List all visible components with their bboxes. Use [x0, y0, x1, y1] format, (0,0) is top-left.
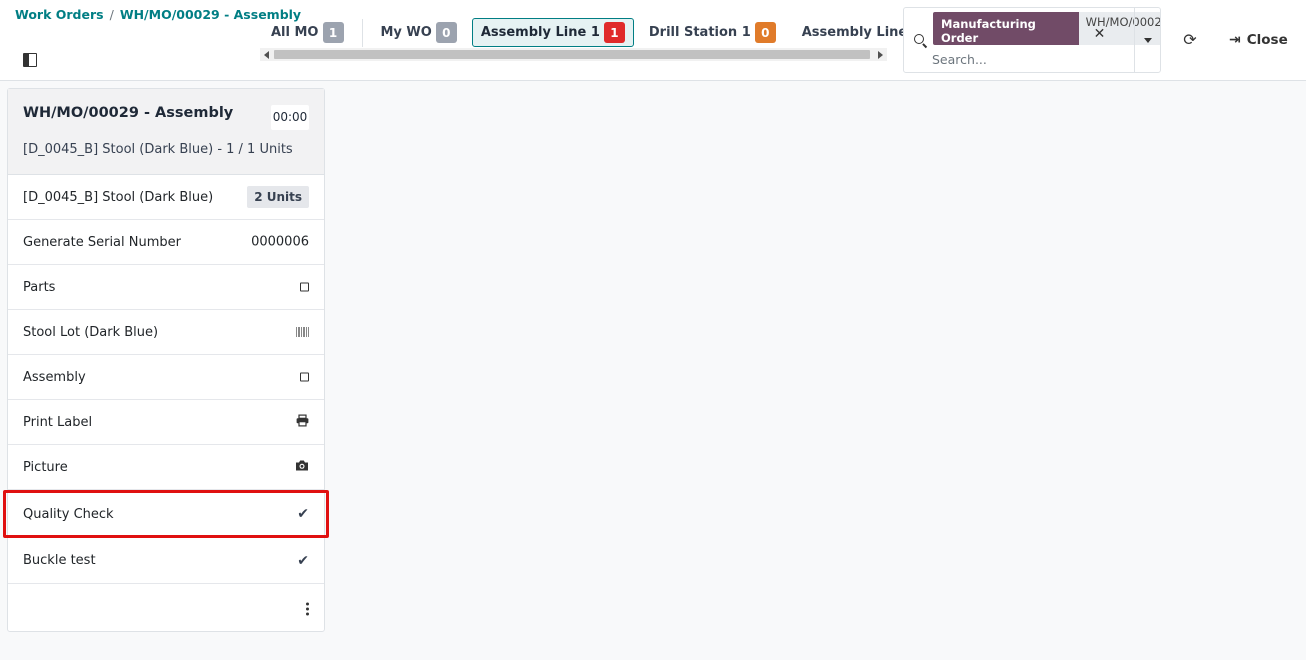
- kebab-menu-icon[interactable]: [306, 602, 309, 616]
- tab-label: Drill Station 1: [648, 25, 751, 40]
- search-dropdown-toggle[interactable]: [1134, 8, 1161, 72]
- facet-label: Manufacturing Order: [933, 12, 1079, 45]
- tab-count-badge: 0: [754, 22, 776, 43]
- scroll-right-icon[interactable]: [878, 51, 883, 59]
- checkbox-icon[interactable]: [300, 282, 309, 292]
- step-label: Quality Check: [23, 506, 114, 522]
- step-label: Print Label: [23, 414, 93, 430]
- step-label: Picture: [23, 459, 68, 475]
- step-quality-check[interactable]: Quality Check ✔: [3, 490, 329, 538]
- breadcrumb-separator: /: [109, 7, 114, 22]
- step-buckle-test[interactable]: Buckle test ✔: [8, 538, 324, 584]
- top-bar: Work Orders / WH/MO/00029 - Assembly All M…: [0, 0, 1306, 81]
- tab-label: Assembly Line 1: [480, 25, 600, 40]
- product-line[interactable]: [D_0045_B] Stool (Dark Blue) 2 Units: [8, 175, 324, 220]
- serial-label: Generate Serial Number: [23, 234, 181, 250]
- checkbox-icon[interactable]: [300, 372, 309, 382]
- workorder-timer: 00:00: [271, 105, 309, 130]
- close-label: Close: [1246, 32, 1288, 48]
- search-facet: Manufacturing Order WH/MO/00029 ✕: [933, 12, 1160, 45]
- refresh-icon[interactable]: ⟳: [1180, 30, 1200, 50]
- search-input[interactable]: [932, 50, 1122, 68]
- scroll-left-icon[interactable]: [264, 51, 269, 59]
- check-icon[interactable]: ✔: [297, 507, 309, 521]
- tab-label: All MO: [271, 25, 319, 40]
- close-button[interactable]: ⇥ Close: [1229, 30, 1288, 50]
- serial-number-line[interactable]: Generate Serial Number 0000006: [8, 220, 324, 265]
- tab-all-mo[interactable]: All MO 1: [262, 18, 353, 47]
- product-label: [D_0045_B] Stool (Dark Blue): [23, 189, 214, 205]
- workorder-subtitle: [D_0045_B] Stool (Dark Blue) - 1 / 1 Uni…: [23, 142, 293, 157]
- tab-drill-station-1[interactable]: Drill Station 1 0: [640, 18, 785, 47]
- breadcrumb: Work Orders / WH/MO/00029 - Assembly: [15, 7, 301, 22]
- step-label: Assembly: [23, 369, 86, 385]
- step-label: Stool Lot (Dark Blue): [23, 324, 159, 340]
- step-label: Parts: [23, 279, 56, 295]
- step-parts[interactable]: Parts: [8, 265, 324, 310]
- step-stool-lot[interactable]: Stool Lot (Dark Blue): [8, 310, 324, 355]
- tab-count-badge: 1: [322, 22, 344, 43]
- tab-divider: [361, 18, 363, 47]
- tab-count-badge: 0: [435, 22, 457, 43]
- search-box: Manufacturing Order WH/MO/00029 ✕: [903, 7, 1161, 73]
- print-icon[interactable]: [296, 414, 309, 430]
- sign-out-icon: ⇥: [1229, 32, 1241, 48]
- panel-toggle-icon[interactable]: [23, 53, 37, 67]
- scrollbar-thumb[interactable]: [274, 50, 870, 59]
- camera-icon[interactable]: [295, 460, 309, 475]
- search-icon: [914, 34, 924, 44]
- breadcrumb-work-orders-link[interactable]: Work Orders: [15, 7, 104, 22]
- tab-assembly-line-1[interactable]: Assembly Line 1 1: [471, 18, 634, 47]
- step-assembly[interactable]: Assembly: [8, 355, 324, 400]
- workcenter-tabs: All MO 1 My WO 0 Assembly Line 1 1 Drill…: [262, 18, 972, 47]
- step-label: Buckle test: [23, 553, 96, 568]
- serial-value: 0000006: [251, 234, 309, 250]
- tab-count-badge: 1: [603, 22, 625, 43]
- facet-remove-icon[interactable]: ✕: [1094, 27, 1106, 41]
- workorder-title: WH/MO/00029 - Assembly: [23, 105, 234, 121]
- step-picture[interactable]: Picture: [8, 445, 324, 490]
- tabs-scrollbar[interactable]: [260, 48, 887, 61]
- quantity-badge[interactable]: 2 Units: [247, 186, 309, 208]
- card-footer: [8, 584, 324, 634]
- workorder-card: WH/MO/00029 - Assembly 00:00 [D_0045_B] …: [3, 88, 329, 634]
- check-icon[interactable]: ✔: [297, 554, 309, 568]
- barcode-icon[interactable]: [296, 327, 309, 337]
- tab-my-wo[interactable]: My WO 0: [372, 18, 466, 47]
- step-print-label[interactable]: Print Label: [8, 400, 324, 445]
- workorder-card-header[interactable]: WH/MO/00029 - Assembly 00:00 [D_0045_B] …: [8, 89, 324, 175]
- tab-label: My WO: [380, 25, 432, 40]
